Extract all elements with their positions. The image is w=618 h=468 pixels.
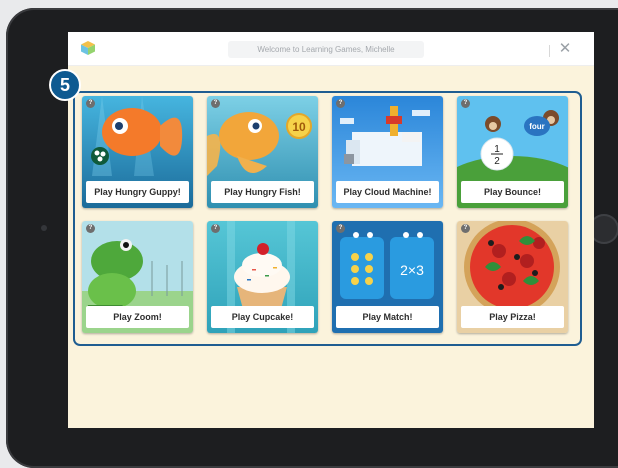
game-label: Play Bounce!: [461, 181, 564, 203]
help-icon[interactable]: ?: [211, 224, 220, 233]
game-card-cloud-machine[interactable]: ? Play Cloud Machine!: [332, 96, 443, 208]
camera-dot: [41, 225, 47, 231]
game-card-match[interactable]: 2×3 ? Play Match!: [332, 221, 443, 333]
help-icon[interactable]: ?: [336, 99, 345, 108]
game-label: Play Pizza!: [461, 306, 564, 328]
help-icon[interactable]: ?: [86, 99, 95, 108]
games-highlight-frame: ? Play Hungry Guppy! 10 ? Play Hungry Fi…: [73, 91, 582, 346]
help-icon[interactable]: ?: [461, 99, 470, 108]
game-card-hungry-guppy[interactable]: ? Play Hungry Guppy!: [82, 96, 193, 208]
game-label: Play Hungry Fish!: [211, 181, 314, 203]
game-label: Play Hungry Guppy!: [86, 181, 189, 203]
help-icon[interactable]: ?: [211, 99, 220, 108]
fraction-numerator: 1: [494, 144, 500, 155]
page-title: Welcome to Learning Games, Michelle: [228, 41, 424, 58]
separator: [549, 45, 550, 57]
game-label: Play Cloud Machine!: [336, 181, 439, 203]
game-card-cupcake[interactable]: ? Play Cupcake!: [207, 221, 318, 333]
game-card-bounce[interactable]: four 1 2 ? Play Bounce!: [457, 96, 568, 208]
game-card-hungry-fish[interactable]: 10 ? Play Hungry Fish!: [207, 96, 318, 208]
close-icon[interactable]: ✕: [557, 41, 573, 57]
cube-icon: [81, 41, 95, 55]
step-badge: 5: [49, 69, 81, 101]
help-icon[interactable]: ?: [336, 224, 345, 233]
game-label: Play Zoom!: [86, 306, 189, 328]
fraction-denominator: 2: [494, 156, 500, 167]
number-word: four: [529, 122, 545, 131]
fish-number: 10: [292, 120, 306, 134]
game-card-zoom[interactable]: ? Play Zoom!: [82, 221, 193, 333]
help-icon[interactable]: ?: [86, 224, 95, 233]
top-bar: Welcome to Learning Games, Michelle ✕: [68, 32, 594, 66]
game-card-pizza[interactable]: ? Play Pizza!: [457, 221, 568, 333]
game-label: Play Cupcake!: [211, 306, 314, 328]
help-icon[interactable]: ?: [461, 224, 470, 233]
math-expression: 2×3: [400, 262, 424, 278]
game-label: Play Match!: [336, 306, 439, 328]
